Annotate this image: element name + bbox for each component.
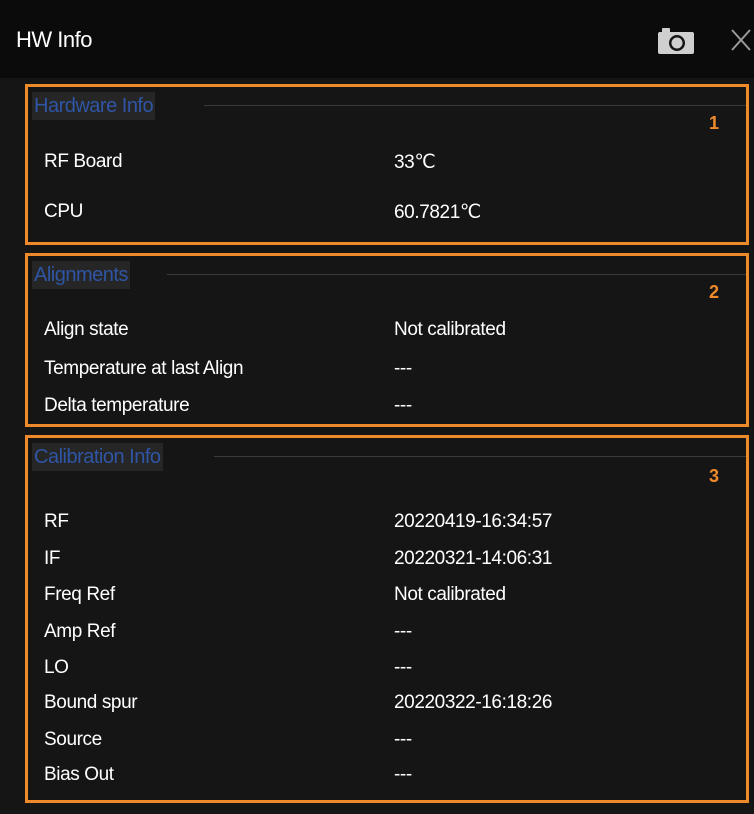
row-label: Source [44,729,102,750]
row-label: LO [44,657,69,678]
row-value: --- [394,729,412,750]
title-bar: HW Info [0,0,754,78]
row-label: Align state [44,319,129,340]
row-label: RF Board [44,151,123,172]
row-value: 20220419-16:34:57 [394,511,553,532]
row-label: Temperature at last Align [44,358,244,379]
row-value: 20220322-16:18:26 [394,692,553,713]
row-value: --- [394,358,412,379]
row-label: IF [44,548,61,569]
section-number: 3 [709,466,720,486]
row-label: CPU [44,201,83,222]
row-label: Bound spur [44,692,138,713]
camera-icon[interactable] [657,27,695,55]
divider [204,105,746,106]
row-value: Not calibrated [394,584,506,605]
divider [214,456,746,457]
hw-info-window: HW Info Hardware Info 1 RF Board 33℃ CPU… [0,0,754,814]
section-number: 1 [709,113,720,133]
window-title: HW Info [16,27,92,52]
section-number: 2 [709,282,720,302]
row-label: Delta temperature [44,395,190,416]
close-icon[interactable] [729,27,753,53]
alignments-panel: Alignments 2 Align state Not calibrated … [25,253,749,427]
row-value: Not calibrated [394,319,506,340]
row-value: 20220321-14:06:31 [394,548,553,569]
divider [167,274,746,275]
hardware-info-panel: Hardware Info 1 RF Board 33℃ CPU 60.7821… [25,84,749,245]
row-label: RF [44,511,69,532]
row-value: --- [394,764,412,785]
section-title: Hardware Info [32,92,156,120]
row-value: 33℃ [394,152,436,173]
row-value: --- [394,621,412,642]
row-label: Freq Ref [44,584,115,605]
row-label: Bias Out [44,764,114,785]
calibration-info-panel: Calibration Info 3 RF 20220419-16:34:57 … [25,435,749,803]
row-label: Amp Ref [44,621,116,642]
section-title: Alignments [32,261,130,289]
section-title: Calibration Info [32,443,163,471]
row-value: --- [394,395,412,416]
row-value: --- [394,657,412,678]
row-value: 60.7821℃ [394,202,481,223]
